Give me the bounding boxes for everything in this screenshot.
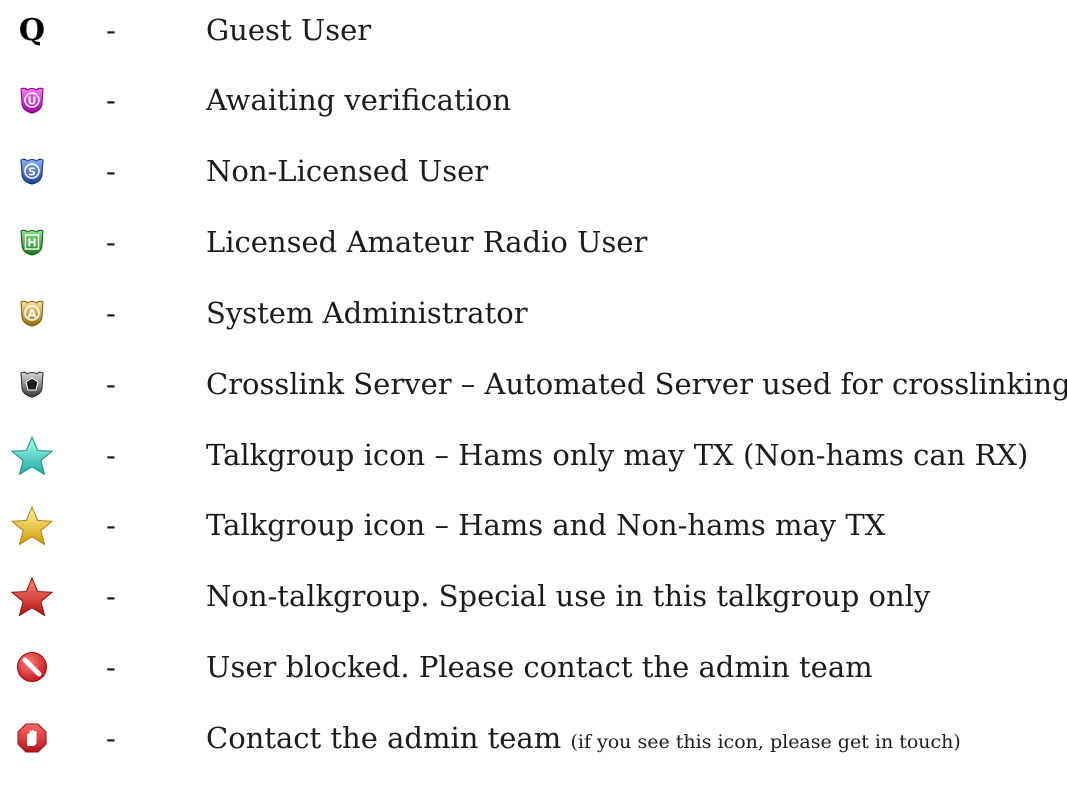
star-teal-icon [0,425,64,485]
separator-dash: - [106,721,116,755]
separator-dash: - [106,225,116,259]
separator-dash: - [106,650,116,684]
separator-dash: - [106,83,116,117]
legend-row-system-administrator: A - System Administrator [0,283,1067,343]
legend-label: Licensed Amateur Radio User [206,225,648,259]
separator-dash: - [106,13,116,47]
badge-s-blue-icon: S [0,141,64,201]
legend-row-talkgroup-hams-and-non-hams: - Talkgroup icon – Hams and Non-hams may… [0,495,1067,555]
svg-text:S: S [28,166,36,179]
user-icon-legend: Q - Guest User U - Awaiting verification [0,0,1067,785]
legend-row-non-talkgroup: - Non-talkgroup. Special use in this tal… [0,566,1067,626]
legend-label: Contact the admin team (if you see this … [206,708,961,768]
legend-row-contact-admin: - Contact the admin team (if you see thi… [0,708,1067,768]
stop-hand-icon [0,708,64,768]
separator-dash: - [106,579,116,613]
guest-q-icon: Q [18,12,46,48]
legend-label-note: (if you see this icon, please get in tou… [570,731,961,753]
badge-crosslink-grey-icon [0,354,64,414]
separator-dash: - [106,154,116,188]
svg-text:U: U [28,95,37,108]
legend-row-non-licensed-user: S - Non-Licensed User [0,141,1067,201]
legend-row-guest-user: Q - Guest User [0,0,1067,60]
badge-h-green-icon: H [0,212,64,272]
legend-label: Crosslink Server – Automated Server used… [206,367,1067,401]
separator-dash: - [106,508,116,542]
legend-row-user-blocked: - User blocked. Please contact the admin… [0,637,1067,697]
legend-label: Guest User [206,13,372,47]
blocked-icon [0,637,64,697]
legend-row-talkgroup-hams-only: - Talkgroup icon – Hams only may TX (Non… [0,425,1067,485]
badge-u-magenta-icon: U [0,70,64,130]
legend-label: Non-Licensed User [206,154,489,188]
legend-row-licensed-amateur-radio-user: H - Licensed Amateur Radio User [0,212,1067,272]
star-red-icon [0,566,64,626]
svg-text:A: A [28,308,37,321]
legend-row-awaiting-verification: U - Awaiting verification [0,70,1067,130]
legend-label: User blocked. Please contact the admin t… [206,650,873,684]
legend-label: Talkgroup icon – Hams only may TX (Non-h… [206,438,1029,472]
legend-label: Non-talkgroup. Special use in this talkg… [206,579,931,613]
legend-row-crosslink-server: - Crosslink Server – Automated Server us… [0,354,1067,414]
badge-a-gold-icon: A [0,283,64,343]
legend-label-main: Contact the admin team [206,721,562,755]
separator-dash: - [106,296,116,330]
svg-text:H: H [27,237,36,250]
separator-dash: - [106,367,116,401]
legend-label: Awaiting verification [206,83,512,117]
star-gold-icon [0,495,64,555]
separator-dash: - [106,438,116,472]
legend-label: System Administrator [206,296,528,330]
legend-label: Talkgroup icon – Hams and Non-hams may T… [206,508,886,542]
